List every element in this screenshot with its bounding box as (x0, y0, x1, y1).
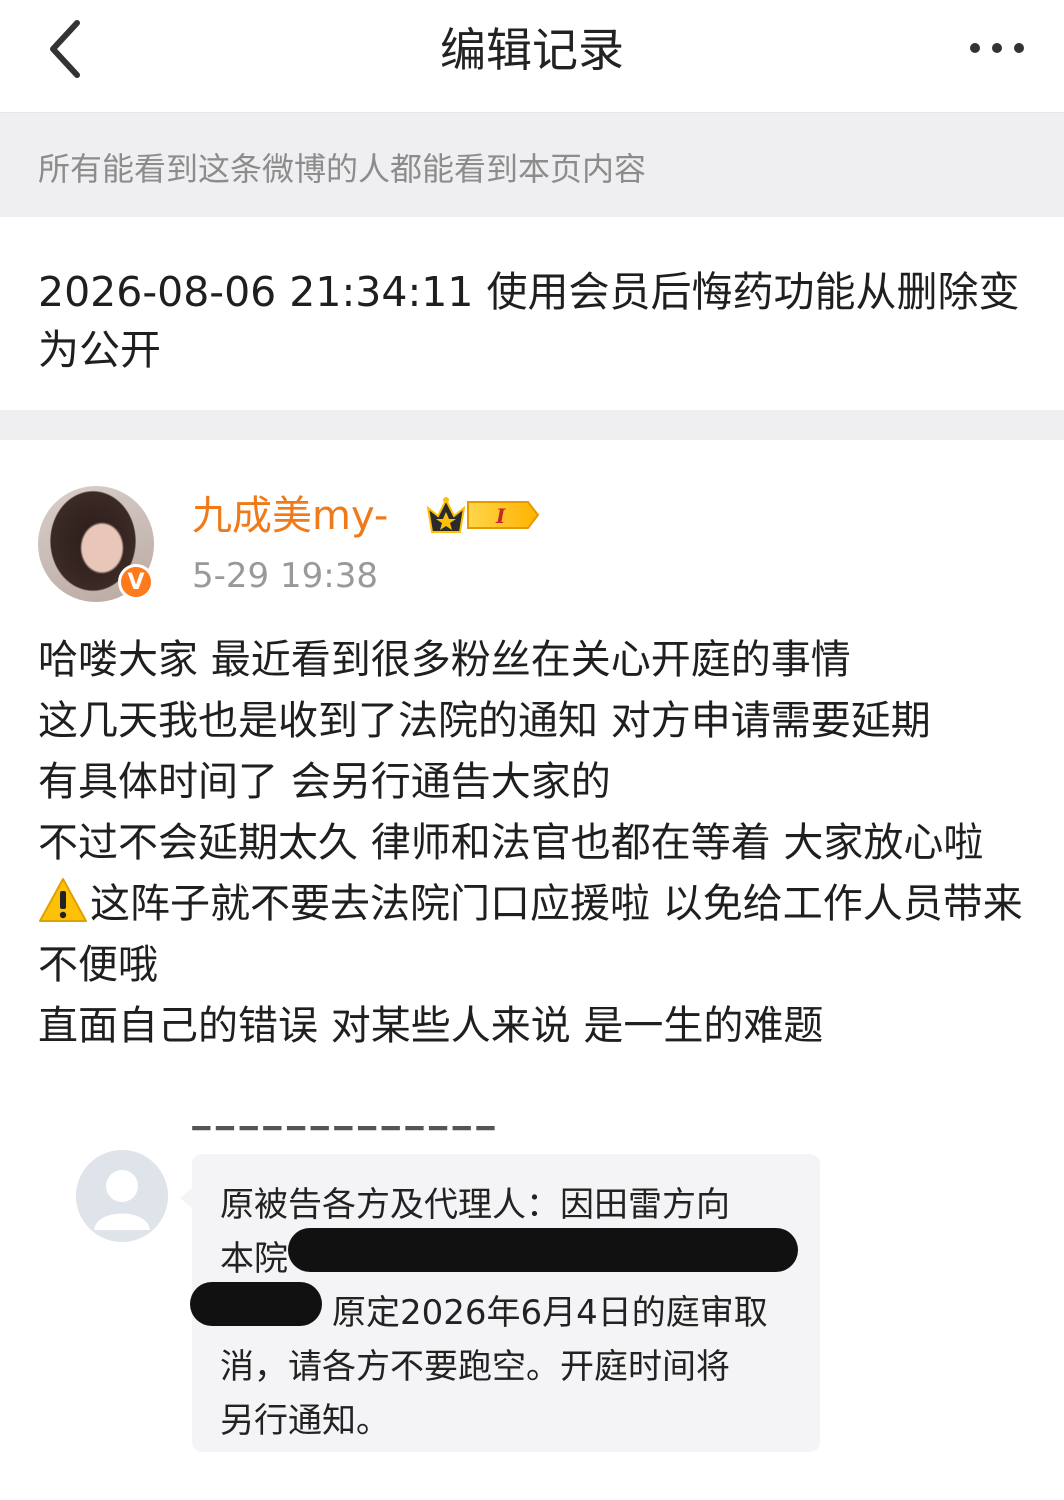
post-line: 有具体时间了 会另行通告大家的 (38, 759, 611, 805)
post-line-warning: 这阵子就不要去法院门口应援啦 以免给工作人员带来不便哦 (38, 874, 1058, 996)
edit-record-entry: 2026-08-06 21:34:11 使用会员后悔药功能从删除变为公开 (0, 217, 1064, 410)
default-avatar-icon (76, 1150, 168, 1242)
message-line: 原被告各方及代理人：因田雷方向 (220, 1185, 730, 1225)
notice-text: 所有能看到这条微博的人都能看到本页内容 (38, 150, 647, 188)
post-line: 这阵子就不要去法院门口应援啦 以免给工作人员带来不便哦 (38, 881, 1023, 988)
cropped-text-line: ▬▬▬▬▬▬▬▬▬▬▬▬▬ (190, 1126, 560, 1136)
message-line: 另行通知。 (220, 1401, 390, 1441)
post-text: 哈喽大家 最近看到很多粉丝在关心开庭的事情 这几天我也是收到了法院的通知 对方申… (38, 630, 1058, 1057)
more-button[interactable] (952, 24, 1042, 72)
message-bubble: 原被告各方及代理人：因田雷方向 本院 原定2026年6月4日的庭审取 消，请各方… (180, 1154, 820, 1452)
section-divider (0, 410, 1064, 440)
edit-record-text: 2026-08-06 21:34:11 使用会员后悔药功能从删除变为公开 (38, 268, 1020, 374)
post-line: 不过不会延期太久 律师和法官也都在等着 大家放心啦 (38, 820, 984, 866)
redaction-mark (190, 1282, 322, 1326)
weibo-post: V 九成美my- I 5-29 19:38 哈喽大家 最近看到很多粉丝在关心开庭… (0, 440, 1064, 1500)
svg-text:I: I (495, 504, 506, 528)
warning-icon (39, 878, 87, 922)
visibility-notice: 所有能看到这条微博的人都能看到本页内容 (0, 113, 1064, 217)
verified-badge: V (118, 564, 154, 600)
more-dots-icon (970, 43, 980, 53)
message-line: 消，请各方不要跑空。开庭时间将 (220, 1347, 730, 1387)
post-line: 这几天我也是收到了法院的通知 对方申请需要延期 (38, 698, 931, 744)
post-line: 哈喽大家 最近看到很多粉丝在关心开庭的事情 (38, 637, 851, 683)
page-title: 编辑记录 (440, 23, 624, 77)
post-time: 5-29 19:38 (192, 556, 378, 596)
username-link[interactable]: 九成美my- (192, 490, 388, 542)
vip-crown-badge-icon[interactable]: I (424, 492, 540, 538)
redaction-mark (288, 1228, 798, 1272)
top-nav-bar: 编辑记录 (0, 0, 1064, 113)
post-line: 直面自己的错误 对某些人来说 是一生的难题 (38, 1003, 824, 1049)
